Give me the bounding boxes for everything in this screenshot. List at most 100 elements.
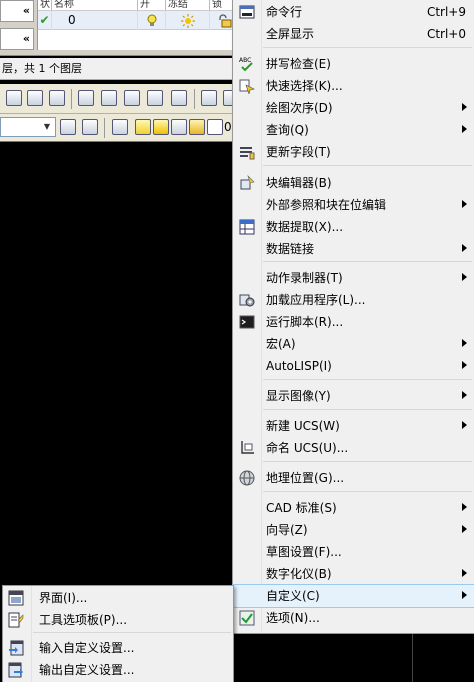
data-extraction-icon xyxy=(239,219,255,235)
chevron-down-icon[interactable]: ▼ xyxy=(40,119,54,135)
menu-item-7[interactable]: 块编辑器(B) xyxy=(233,172,474,194)
sun-icon[interactable] xyxy=(153,119,169,135)
submenu-item-2[interactable]: 输入自定义设置... xyxy=(3,637,233,659)
print-icon[interactable] xyxy=(6,90,22,106)
submenu-item-label: 工具选项板(P)... xyxy=(39,613,128,627)
spell-check-icon: ABC xyxy=(239,56,255,72)
options-check-icon xyxy=(239,610,255,626)
menu-item-20[interactable]: CAD 标准(S) xyxy=(233,497,474,519)
menu-separator xyxy=(263,461,472,462)
menu-item-19[interactable]: 地理位置(G)... xyxy=(233,467,474,489)
copy-icon[interactable] xyxy=(101,90,117,106)
menu-item-13[interactable]: 运行脚本(R)... xyxy=(233,311,474,333)
interface-icon xyxy=(8,590,24,606)
tool-palettes-icon xyxy=(8,612,24,628)
menu-item-shortcut: Ctrl+0 xyxy=(426,27,466,41)
menu-item-1[interactable]: 全屏显示 Ctrl+0 xyxy=(233,23,474,45)
menu-item-label: 更新字段(T) xyxy=(266,145,331,159)
layer-list: 状 名称 开 冻结 锁 ✔ 0 xyxy=(37,0,241,50)
menu-item-5[interactable]: 查询(Q) xyxy=(233,119,474,141)
submenu-arrow-icon xyxy=(462,125,467,133)
submenu-arrow-icon xyxy=(462,361,467,369)
menu-item-label: 查询(Q) xyxy=(266,123,309,137)
block-icon[interactable] xyxy=(171,90,187,106)
workspace-combo[interactable]: ▼ xyxy=(0,117,56,137)
viewport-freeze-icon[interactable] xyxy=(171,119,187,135)
command-line-icon xyxy=(239,4,255,20)
menu-item-14[interactable]: 宏(A) xyxy=(233,333,474,355)
menu-item-6[interactable]: 更新字段(T) xyxy=(233,141,474,163)
menu-item-2[interactable]: ABC 拼写检查(E) xyxy=(233,53,474,75)
menu-item-8[interactable]: 外部参照和块在位编辑 xyxy=(233,194,474,216)
toolbar-divider xyxy=(71,89,72,109)
menu-item-21[interactable]: 向导(Z) xyxy=(233,519,474,541)
cut-icon[interactable] xyxy=(78,90,94,106)
color-swatch-icon[interactable] xyxy=(207,119,223,135)
menu-item-label: 显示图像(Y) xyxy=(266,389,331,403)
load-application-icon xyxy=(239,292,255,308)
menu-item-15[interactable]: AutoLISP(I) xyxy=(233,355,474,377)
match-properties-icon[interactable] xyxy=(147,90,163,106)
toolbar-divider xyxy=(104,118,105,138)
layer-on-bulb-icon[interactable] xyxy=(138,11,166,30)
current-layer-name[interactable]: 0 xyxy=(224,119,232,135)
column-header-status[interactable]: 状 xyxy=(38,0,52,10)
submenu-arrow-icon xyxy=(462,339,467,347)
layer-name[interactable]: 0 xyxy=(52,11,138,30)
menu-item-label: 块编辑器(B) xyxy=(266,176,332,190)
menu-item-0[interactable]: 命令行 Ctrl+9 xyxy=(233,1,474,23)
column-header-on[interactable]: 开 xyxy=(138,0,166,10)
menu-item-label: 命令行 xyxy=(266,5,303,19)
menu-item-label: 数字化仪(B) xyxy=(266,567,332,581)
menu-separator xyxy=(263,261,472,262)
column-header-freeze[interactable]: 冻结 xyxy=(166,0,210,10)
menu-item-18[interactable]: 命名 UCS(U)... xyxy=(233,437,474,459)
lock-icon[interactable] xyxy=(189,119,205,135)
menu-item-25[interactable]: 选项(N)... xyxy=(233,607,474,629)
menu-item-label: 宏(A) xyxy=(266,337,296,351)
layer-thaw-sun-icon[interactable] xyxy=(166,11,210,30)
menu-item-3[interactable]: 快速选择(K)... xyxy=(233,75,474,97)
menu-item-label: 拼写检查(E) xyxy=(266,57,331,71)
menu-item-4[interactable]: 绘图次序(D) xyxy=(233,97,474,119)
publish-icon[interactable] xyxy=(49,90,65,106)
column-header-name[interactable]: 名称 xyxy=(52,0,138,10)
menu-item-10[interactable]: 数据链接 xyxy=(233,238,474,260)
menu-item-12[interactable]: 加载应用程序(L)... xyxy=(233,289,474,311)
submenu-arrow-icon xyxy=(462,421,467,429)
collapse-panel-button-top[interactable]: « xyxy=(0,0,34,22)
settings-gear-icon[interactable] xyxy=(60,119,76,135)
customize-submenu: 界面(I)... 工具选项板(P)... 输入自定义设置... 输出自定义设置... xyxy=(2,585,234,682)
submenu-item-3[interactable]: 输出自定义设置... xyxy=(3,659,233,681)
toolbar-divider xyxy=(194,89,195,109)
menu-item-23[interactable]: 数字化仪(B) xyxy=(233,563,474,585)
menu-item-16[interactable]: 显示图像(Y) xyxy=(233,385,474,407)
submenu-arrow-icon xyxy=(462,200,467,208)
submenu-item-1[interactable]: 工具选项板(P)... xyxy=(3,609,233,631)
geographic-location-icon xyxy=(239,470,255,486)
menu-item-label: 外部参照和块在位编辑 xyxy=(266,198,387,212)
export-customizations-icon xyxy=(8,662,24,678)
menu-item-17[interactable]: 新建 UCS(W) xyxy=(233,415,474,437)
menu-item-24[interactable]: 自定义(C) xyxy=(232,584,474,608)
submenu-item-label: 输出自定义设置... xyxy=(39,663,135,677)
layer-state-icon[interactable] xyxy=(82,119,98,135)
layer-properties-icon[interactable] xyxy=(112,119,128,135)
bulb-icon[interactable] xyxy=(135,119,151,135)
tools-menu: 命令行 Ctrl+9 全屏显示 Ctrl+0 ABC 拼写检查(E) 快速选择(K)... 绘… xyxy=(232,0,474,634)
menu-item-22[interactable]: 草图设置(F)... xyxy=(233,541,474,563)
paste-icon[interactable] xyxy=(124,90,140,106)
submenu-item-label: 输入自定义设置... xyxy=(39,641,135,655)
menu-item-9[interactable]: 数据提取(X)... xyxy=(233,216,474,238)
submenu-item-0[interactable]: 界面(I)... xyxy=(3,587,233,609)
undo-icon[interactable] xyxy=(201,90,217,106)
layer-row[interactable]: ✔ 0 xyxy=(38,10,241,30)
submenu-arrow-icon xyxy=(462,391,467,399)
menu-separator xyxy=(263,165,472,166)
submenu-arrow-icon xyxy=(462,591,467,599)
3d-view-icon[interactable] xyxy=(27,90,43,106)
menu-separator xyxy=(263,379,472,380)
menu-item-11[interactable]: 动作录制器(T) xyxy=(233,267,474,289)
collapse-panel-button[interactable]: « xyxy=(0,28,34,50)
menu-item-label: 动作录制器(T) xyxy=(266,271,343,285)
